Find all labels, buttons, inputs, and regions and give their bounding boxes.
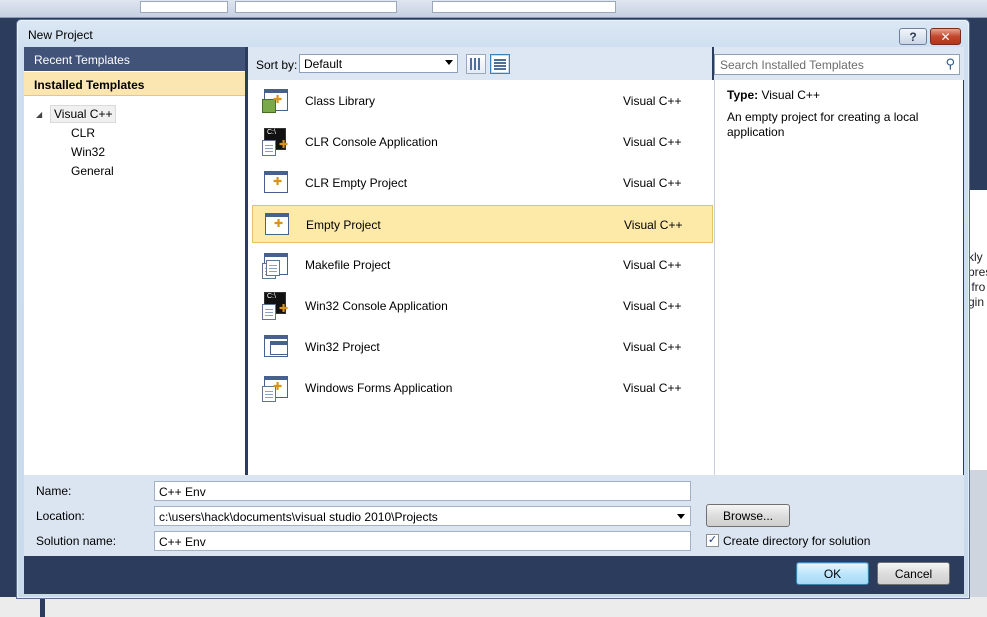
solution-name-value: C++ Env xyxy=(159,535,206,549)
template-language: Visual C++ xyxy=(623,299,682,313)
template-type: Type: Visual C++ xyxy=(727,88,820,102)
title-bar[interactable]: New Project ? ✕ xyxy=(17,20,969,46)
tree-item-clr[interactable]: CLR xyxy=(71,124,95,142)
sort-toolbar: Sort by: Default xyxy=(248,47,712,80)
console-app-icon: C:\_✚ xyxy=(262,128,292,156)
ide-right-edge: kly pres fro gin xyxy=(968,18,987,617)
grid-view-icon xyxy=(470,58,482,70)
chevron-down-icon xyxy=(445,60,453,65)
recent-templates-header[interactable]: Recent Templates xyxy=(24,47,245,71)
template-categories-pane: Recent Templates Installed Templates ◢ Vi… xyxy=(24,47,245,475)
class-library-icon: ✚ xyxy=(262,87,292,115)
location-combo[interactable]: c:\users\hack\documents\visual studio 20… xyxy=(154,506,691,526)
template-name: Empty Project xyxy=(306,218,381,232)
name-label: Name: xyxy=(36,484,72,498)
template-name: Makefile Project xyxy=(305,258,391,272)
template-item[interactable]: ✚ Windows Forms Application Visual C++ xyxy=(252,369,713,407)
installed-templates-header[interactable]: Installed Templates xyxy=(24,72,245,96)
sort-label: Sort by: xyxy=(256,58,298,72)
ok-button[interactable]: OK xyxy=(796,562,869,585)
expand-arrow-icon[interactable]: ◢ xyxy=(36,106,50,124)
list-view-icon xyxy=(494,58,506,70)
close-button[interactable]: ✕ xyxy=(930,28,961,45)
toolbar-combo[interactable] xyxy=(140,1,228,13)
chevron-down-icon[interactable] xyxy=(677,514,685,519)
dialog-title: New Project xyxy=(28,28,93,42)
template-language: Visual C++ xyxy=(623,176,682,190)
name-field[interactable]: C++ Env xyxy=(154,481,691,501)
medium-icons-view-button[interactable] xyxy=(466,54,486,74)
makefile-project-icon xyxy=(262,251,292,279)
template-item[interactable]: ✚ CLR Empty Project Visual C++ xyxy=(252,164,713,202)
template-description: An empty project for creating a local ap… xyxy=(727,110,919,139)
dialog-button-bar: OK Cancel xyxy=(24,556,964,594)
ide-toolbar xyxy=(0,0,987,18)
template-item[interactable]: Makefile Project Visual C++ xyxy=(252,246,713,284)
empty-project-icon: ✚ xyxy=(262,169,292,197)
location-label: Location: xyxy=(36,509,85,523)
template-name: CLR Empty Project xyxy=(305,176,408,190)
solution-name-label: Solution name: xyxy=(36,534,117,548)
create-directory-checkbox[interactable]: ✓ xyxy=(706,534,719,547)
type-value: Visual C++ xyxy=(761,88,820,102)
project-form: Name: C++ Env Location: c:\users\hack\do… xyxy=(24,475,964,556)
solution-name-field[interactable]: C++ Env xyxy=(154,531,691,551)
template-item[interactable]: ✚ Class Library Visual C++ xyxy=(252,82,713,120)
tree-item-win32[interactable]: Win32 xyxy=(71,143,105,161)
search-input[interactable]: Search Installed Templates ⚲ xyxy=(714,54,960,75)
template-language: Visual C++ xyxy=(623,135,682,149)
template-list: ✚ Class Library Visual C++ C:\_✚ CLR Console… xyxy=(248,80,714,475)
toolbar-combo[interactable] xyxy=(432,1,616,13)
tree-item-general[interactable]: General xyxy=(71,162,114,180)
new-project-dialog: New Project ? ✕ Recent Templates Install… xyxy=(16,19,970,599)
template-language: Visual C++ xyxy=(623,381,682,395)
windows-forms-icon: ✚ xyxy=(262,374,292,402)
type-label: Type: xyxy=(727,88,759,102)
name-value: C++ Env xyxy=(159,485,206,499)
search-icon[interactable]: ⚲ xyxy=(945,56,955,72)
template-info-pane: Type: Visual C++ An empty project for cr… xyxy=(714,80,963,475)
console-app-icon: C:\_✚ xyxy=(262,292,292,320)
template-item[interactable]: C:\_✚ CLR Console Application Visual C++ xyxy=(252,123,713,161)
tree-item-label: Visual C++ xyxy=(50,105,117,123)
template-item[interactable]: C:\_✚ Win32 Console Application Visual C++ xyxy=(252,287,713,325)
help-button[interactable]: ? xyxy=(899,28,927,45)
sort-value: Default xyxy=(304,57,343,71)
ide-bottom-edge xyxy=(0,597,987,617)
template-name: Class Library xyxy=(305,94,376,108)
template-language: Visual C++ xyxy=(623,340,682,354)
list-view-button[interactable] xyxy=(490,54,510,74)
template-language: Visual C++ xyxy=(623,94,682,108)
win32-project-icon xyxy=(262,333,292,361)
browse-button[interactable]: Browse... xyxy=(706,504,790,527)
template-item[interactable]: Win32 Project Visual C++ xyxy=(252,328,713,366)
template-name: Win32 Console Application xyxy=(305,299,448,313)
template-item[interactable]: ✚ Empty Project Visual C++ xyxy=(252,205,713,243)
search-placeholder: Search Installed Templates xyxy=(720,58,864,72)
tree-item-visual-cpp[interactable]: ◢ Visual C++ xyxy=(36,105,117,124)
empty-project-icon: ✚ xyxy=(263,211,293,239)
toolbar-combo[interactable] xyxy=(235,1,397,13)
ide-background-text: kly pres fro gin xyxy=(968,250,987,309)
template-name: CLR Console Application xyxy=(305,135,438,149)
template-name: Win32 Project xyxy=(305,340,380,354)
location-value: c:\users\hack\documents\visual studio 20… xyxy=(159,510,438,524)
create-directory-label[interactable]: Create directory for solution xyxy=(723,534,870,548)
sort-dropdown[interactable]: Default xyxy=(299,54,458,73)
dialog-client: Recent Templates Installed Templates ◢ Vi… xyxy=(24,47,964,594)
template-language: Visual C++ xyxy=(624,218,683,232)
template-language: Visual C++ xyxy=(623,258,682,272)
cancel-button[interactable]: Cancel xyxy=(877,562,950,585)
template-name: Windows Forms Application xyxy=(305,381,453,395)
